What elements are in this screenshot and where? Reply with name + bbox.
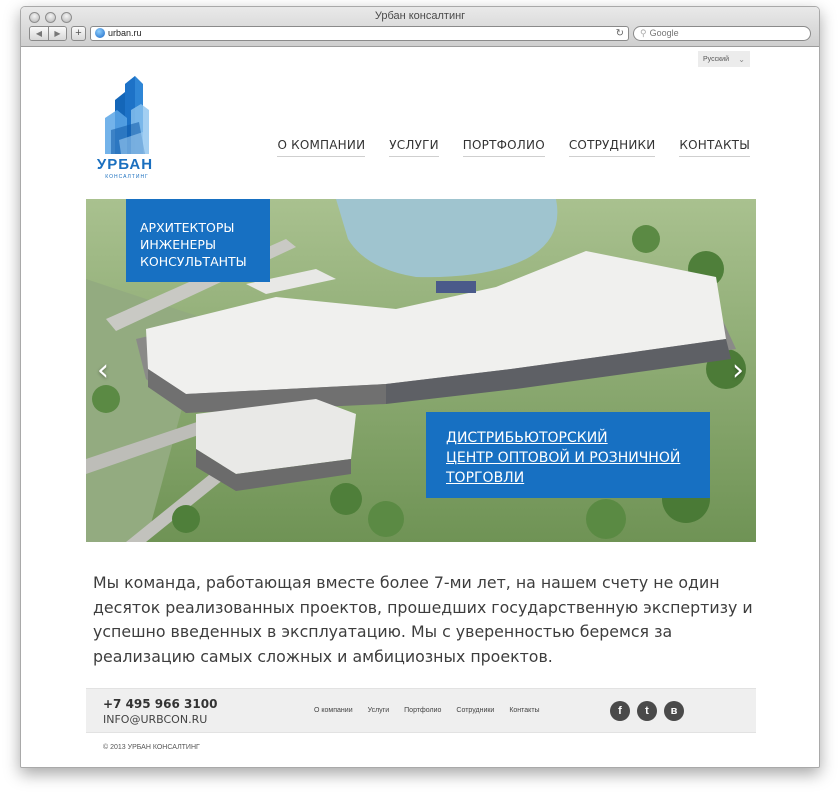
nav-item-company[interactable]: О КОМПАНИИ [277,138,366,157]
search-input[interactable] [649,28,790,38]
chevron-right-icon[interactable]: › [727,351,749,391]
company-logo[interactable]: УРБАН КОНСАЛТИНГ [91,70,161,180]
footer-email[interactable]: INFO@URBCON.RU [103,713,207,726]
search-icon: ⚲ [640,27,647,38]
forward-arrow-icon[interactable]: ▶ [48,26,66,40]
logo-building-icon [105,76,149,154]
project-link-line-2[interactable]: ЦЕНТР ОПТОВОЙ И РОЗНИЧНОЙ [446,448,710,468]
footer-navigation: О компании Услуги Портфолио Сотрудники К… [314,707,540,714]
address-bar[interactable]: urban.ru ↻ [90,25,629,41]
language-selected: Русский [703,55,729,63]
plus-icon[interactable]: + [71,25,86,41]
tagline-architects: АРХИТЕКТОРЫ [140,220,235,235]
main-navigation: О КОМПАНИИ УСЛУГИ ПОРТФОЛИО СОТРУДНИКИ К… [277,138,750,157]
project-link-line-3[interactable]: ТОРГОВЛИ [446,468,710,488]
nav-item-services[interactable]: УСЛУГИ [389,138,439,157]
browser-window: Урбан консалтинг ◀ ▶ + urban.ru ↻ ⚲ Русс… [20,6,820,768]
facebook-icon[interactable]: f [610,701,630,721]
language-select[interactable]: Русский ⌄ [698,51,750,67]
nav-item-portfolio[interactable]: ПОРТФОЛИО [462,138,545,157]
search-field[interactable]: ⚲ [633,25,811,41]
logo-wordmark: УРБАН [96,156,154,173]
copyright-text: © 2013 УРБАН КОНСАЛТИНГ [103,744,200,751]
nav-item-staff[interactable]: СОТРУДНИКИ [568,138,656,157]
web-page: Русский ⌄ УРБАН КОНСАЛТИНГ О КОМПАНИИ УС… [21,48,819,767]
social-links: f t в [610,701,684,721]
footer-bar: +7 495 966 3100 INFO@URBCON.RU О компани… [86,688,756,733]
reload-icon[interactable]: ↻ [616,28,624,39]
chevron-down-icon: ⌄ [738,54,745,64]
browser-titlebar: Урбан консалтинг ◀ ▶ + urban.ru ↻ ⚲ [21,7,819,47]
hero-slider[interactable]: АРХИТЕКТОРЫ ИНЖЕНЕРЫ КОНСУЛЬТАНТЫ ДИСТРИ… [86,199,756,542]
chevron-left-icon[interactable]: ‹ [92,351,114,391]
back-arrow-icon[interactable]: ◀ [30,26,48,40]
tagline-engineers: ИНЖЕНЕРЫ [140,237,216,252]
footer-nav-company[interactable]: О компании [314,707,353,714]
footer-nav-portfolio[interactable]: Портфолио [404,707,441,714]
intro-paragraph: Мы команда, работающая вместе более 7-ми… [93,573,753,666]
globe-icon [95,28,105,38]
url-text[interactable]: urban.ru [108,28,613,38]
history-buttons: ◀ ▶ [29,25,67,41]
hero-project-caption: ДИСТРИБЬЮТОРСКИЙ ЦЕНТР ОПТОВОЙ И РОЗНИЧН… [426,412,710,498]
vkontakte-icon[interactable]: в [664,701,684,721]
footer-nav-contacts[interactable]: Контакты [509,707,539,714]
hero-tagline: АРХИТЕКТОРЫ ИНЖЕНЕРЫ КОНСУЛЬТАНТЫ [126,199,270,282]
browser-toolbar: ◀ ▶ + urban.ru ↻ ⚲ [29,24,811,42]
footer-phone[interactable]: +7 495 966 3100 [103,697,217,711]
footer-nav-services[interactable]: Услуги [368,707,390,714]
tagline-consultants: КОНСУЛЬТАНТЫ [140,254,247,269]
twitter-icon[interactable]: t [637,701,657,721]
window-title: Урбан консалтинг [374,10,466,22]
nav-item-contacts[interactable]: КОНТАКТЫ [679,138,750,157]
project-link-line-1[interactable]: ДИСТРИБЬЮТОРСКИЙ [446,428,710,448]
footer-nav-staff[interactable]: Сотрудники [456,707,494,714]
logo-subtitle: КОНСАЛТИНГ [105,174,149,180]
